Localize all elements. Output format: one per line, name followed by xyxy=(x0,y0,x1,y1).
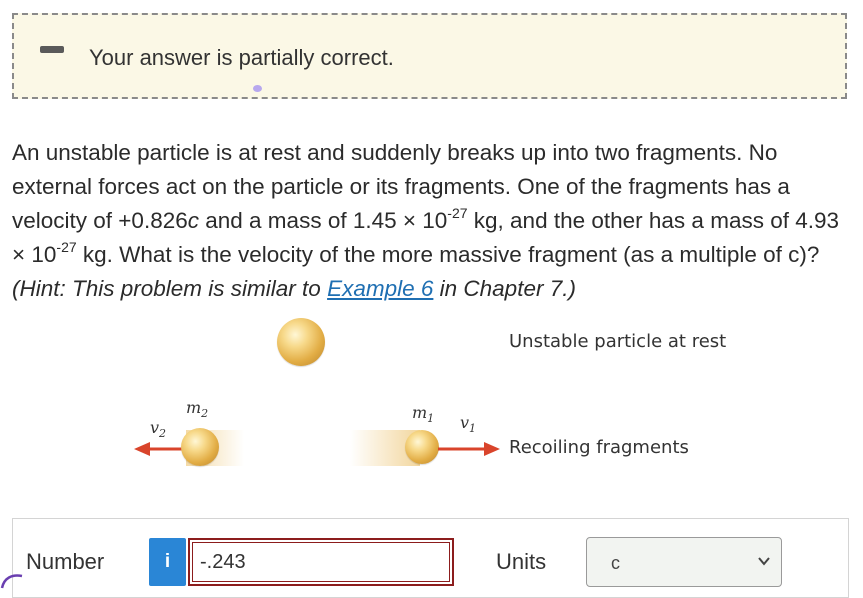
feedback-message: Your answer is partially correct. xyxy=(89,45,394,70)
fragment-m1 xyxy=(405,430,439,464)
partial-correct-icon xyxy=(40,46,64,53)
feedback-banner: Your answer is partially correct. xyxy=(12,13,847,99)
problem-text-b: and a mass of 1.45 × 10 xyxy=(199,208,448,233)
label-v2: v2 xyxy=(150,418,167,441)
label-m1: m1 xyxy=(412,403,435,426)
info-button[interactable]: i xyxy=(149,538,186,586)
units-selected-value: c xyxy=(611,553,620,573)
velocity-unit: c xyxy=(187,208,199,233)
label-m2: m2 xyxy=(186,398,209,421)
exponent-1: -27 xyxy=(447,204,468,221)
exponent-2: -27 xyxy=(56,238,77,255)
arrow-v1 xyxy=(438,442,500,456)
units-select[interactable]: c xyxy=(586,537,782,587)
units-label: Units xyxy=(496,549,547,574)
fragment-m2 xyxy=(181,428,219,466)
hint-suffix: in Chapter 7.) xyxy=(433,276,576,301)
caption-recoiling: Recoiling fragments xyxy=(509,437,689,458)
caption-unstable: Unstable particle at rest xyxy=(509,331,727,352)
example-link[interactable]: Example 6 xyxy=(327,276,433,301)
problem-text-d: kg. What is the velocity of the more mas… xyxy=(76,242,820,267)
label-v1: v1 xyxy=(460,413,477,436)
number-label: Number xyxy=(26,549,105,574)
hint: (Hint: This problem is similar to Exampl… xyxy=(12,276,576,301)
chevron-down-icon xyxy=(758,557,770,566)
particle-figure: Unstable particle at rest m2 v2 m1 v1 Re… xyxy=(0,300,863,490)
unstable-particle xyxy=(277,318,325,366)
problem-statement: An unstable particle is at rest and sudd… xyxy=(12,136,852,306)
hint-prefix: (Hint: This problem is similar to xyxy=(12,276,328,301)
number-input[interactable] xyxy=(188,538,454,586)
cursor-marker xyxy=(253,85,262,92)
